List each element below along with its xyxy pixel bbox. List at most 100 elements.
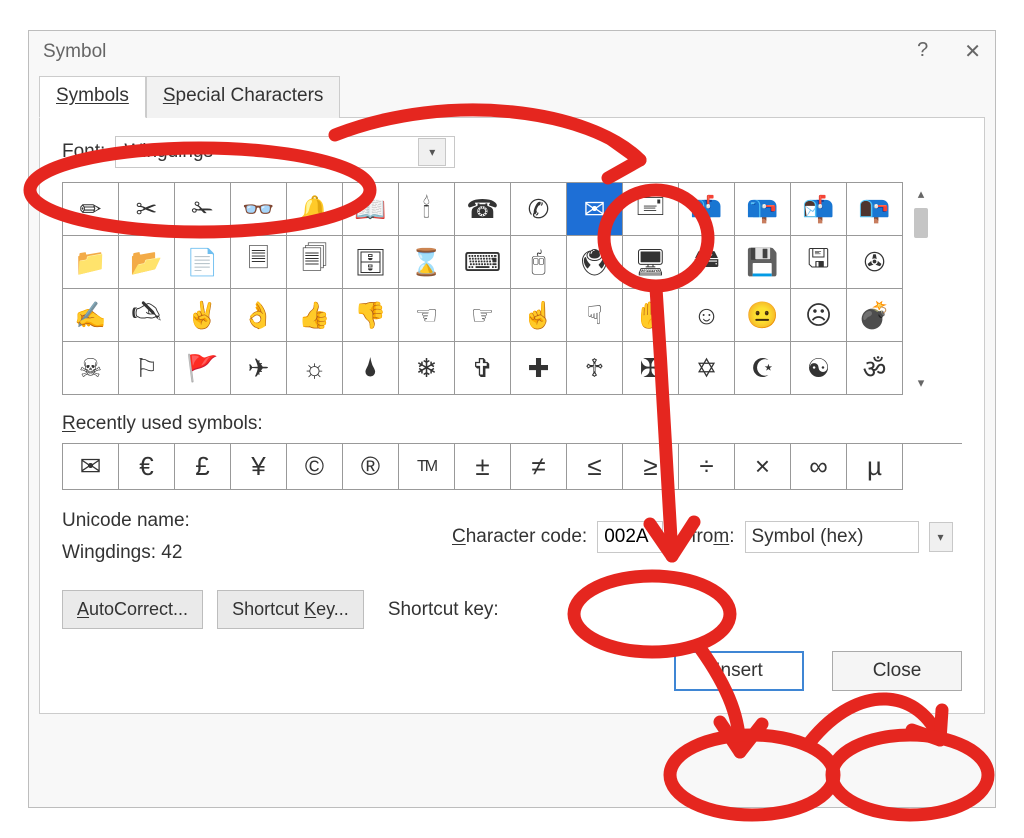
point-up-icon[interactable]: ☝ [511,289,567,342]
unicode-name-label: Unicode name: [62,510,452,532]
frown-icon[interactable]: ☹ [791,289,847,342]
less-equal-icon[interactable]: ≤ [567,444,623,490]
symbol-dialog: Symbol ? ✕ Symbols SSpecial Characterspe… [28,30,996,808]
mailbox-open-flag-icon[interactable]: 📬 [791,183,847,236]
om-icon[interactable]: ॐ [847,342,903,395]
write-hand-left-icon[interactable]: 🖎 [119,289,175,342]
point-left-icon[interactable]: ☜ [399,289,455,342]
folder-icon[interactable]: 📁 [63,236,119,289]
celtic-cross-icon[interactable]: ♱ [567,342,623,395]
hard-disk-icon[interactable]: 🖴 [679,236,735,289]
shortcut-key-label: Shortcut key: [388,599,499,621]
multiply-icon[interactable]: × [735,444,791,490]
pencil-icon[interactable]: ✏ [63,183,119,236]
close-button[interactable]: Close [832,651,962,691]
from-select-value: Symbol (hex) [752,526,912,548]
skull-crossbones-icon[interactable]: ☠ [63,342,119,395]
computer-icon[interactable]: 🖥 [623,236,679,289]
chevron-down-icon[interactable]: ▾ [929,522,953,552]
open-hand-icon[interactable]: ✋ [623,289,679,342]
book-open-icon[interactable]: 📖 [343,183,399,236]
tape-icon[interactable]: ✇ [847,236,903,289]
copyright-icon[interactable]: © [287,444,343,490]
envelope-icon[interactable]: ✉ [63,444,119,490]
plus-minus-icon[interactable]: ± [455,444,511,490]
tab-symbols-label: Symbols [56,85,129,106]
bomb-icon[interactable]: 💣 [847,289,903,342]
chevron-down-icon[interactable]: ▾ [418,138,446,166]
trademark-icon[interactable]: TM [399,444,455,490]
character-code-label: Character code: [452,526,587,548]
bell-icon[interactable]: 🔔 [287,183,343,236]
yin-yang-icon[interactable]: ☯ [791,342,847,395]
snowflake-icon[interactable]: ❄ [399,342,455,395]
telephone-icon[interactable]: ☎ [455,183,511,236]
scissors-icon[interactable]: ✂ [119,183,175,236]
smile-icon[interactable]: ☺ [679,289,735,342]
mouse-icon[interactable]: 🖰 [511,236,567,289]
mu-icon[interactable]: µ [847,444,903,490]
euro-icon[interactable]: € [119,444,175,490]
trackball-icon[interactable]: 🖲 [567,236,623,289]
help-icon[interactable]: ? [917,39,928,64]
not-equal-icon[interactable]: ≠ [511,444,567,490]
keyboard-icon[interactable]: ⌨ [455,236,511,289]
ok-hand-icon[interactable]: 👌 [231,289,287,342]
character-code-input[interactable] [597,521,663,553]
pound-icon[interactable]: £ [175,444,231,490]
greater-equal-icon[interactable]: ≥ [623,444,679,490]
scroll-thumb[interactable] [914,208,928,238]
tab-special-characters[interactable]: SSpecial Characterspecial Characters [146,76,341,118]
shortcut-key-button[interactable]: Shortcut Key... [217,590,364,629]
maltese-cross-icon[interactable]: ✠ [623,342,679,395]
from-label: from: [691,526,734,548]
thumbs-down-icon[interactable]: 👎 [343,289,399,342]
droplet-icon[interactable]: 🌢 [343,342,399,395]
point-right-icon[interactable]: ☞ [455,289,511,342]
autocorrect-button[interactable]: AutoCorrect... [62,590,203,629]
flag-icon[interactable]: ⚐ [119,342,175,395]
telephone-rotary-icon[interactable]: ✆ [511,183,567,236]
star-of-david-icon[interactable]: ✡ [679,342,735,395]
airplane-icon[interactable]: ✈ [231,342,287,395]
cross-icon[interactable]: ✚ [511,342,567,395]
sun-icon[interactable]: ☼ [287,342,343,395]
latin-cross-icon[interactable]: ✞ [455,342,511,395]
envelope-icon[interactable]: ✉ [567,183,623,236]
from-select[interactable]: Symbol (hex) [745,521,919,553]
point-down-icon[interactable]: ☟ [567,289,623,342]
registered-icon[interactable]: ® [343,444,399,490]
infinity-icon[interactable]: ∞ [791,444,847,490]
document-icon[interactable]: 📄 [175,236,231,289]
close-icon[interactable]: ✕ [964,39,981,64]
tab-symbols[interactable]: Symbols [39,76,146,118]
neutral-face-icon[interactable]: 😐 [735,289,791,342]
documents-icon[interactable]: 🗐 [287,236,343,289]
floppy-disk-icon[interactable]: 💾 [735,236,791,289]
recently-used-row: ✉€£¥©®TM±≠≤≥÷×∞µ [62,443,962,490]
mailbox-open-icon[interactable]: 📭 [847,183,903,236]
mailbox-flag-down-icon[interactable]: 📪 [735,183,791,236]
candle-icon[interactable]: 🕯 [399,183,455,236]
pennant-icon[interactable]: 🚩 [175,342,231,395]
font-select[interactable]: Wingdings ▾ [115,136,455,168]
insert-button[interactable]: Insert [674,651,804,691]
star-crescent-icon[interactable]: ☪ [735,342,791,395]
filing-cabinet-icon[interactable]: 🗄 [343,236,399,289]
page-icon[interactable]: 🗏 [231,236,287,289]
scissors-cut-icon[interactable]: ✁ [175,183,231,236]
floppy-disk-inverse-icon[interactable]: 🖫 [791,236,847,289]
scrollbar[interactable]: ▴ ▾ [909,182,933,395]
mailbox-flag-up-icon[interactable]: 📫 [679,183,735,236]
envelope-stamped-icon[interactable]: 🖃 [623,183,679,236]
hourglass-icon[interactable]: ⌛ [399,236,455,289]
thumbs-up-icon[interactable]: 👍 [287,289,343,342]
division-icon[interactable]: ÷ [679,444,735,490]
write-hand-icon[interactable]: ✍ [63,289,119,342]
glasses-icon[interactable]: 👓 [231,183,287,236]
folder-open-icon[interactable]: 📂 [119,236,175,289]
yen-icon[interactable]: ¥ [231,444,287,490]
scroll-down-icon[interactable]: ▾ [911,373,931,393]
scroll-up-icon[interactable]: ▴ [911,184,931,204]
victory-hand-icon[interactable]: ✌ [175,289,231,342]
